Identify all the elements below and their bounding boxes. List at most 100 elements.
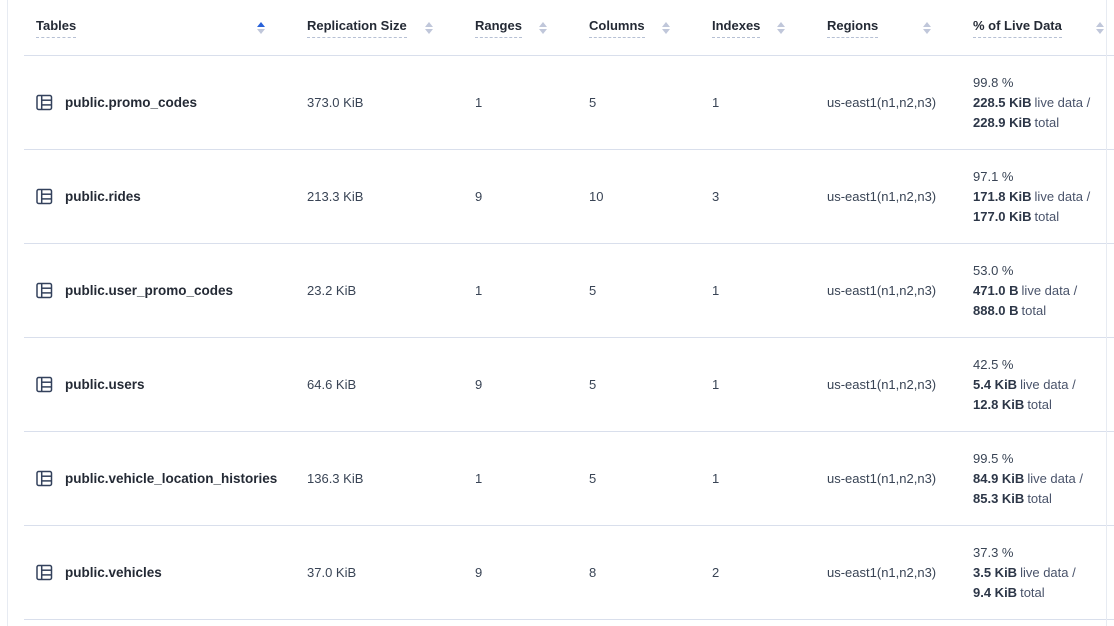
replication-size-cell: 23.2 KiB [307, 244, 475, 338]
table-row[interactable]: public.vehicle_location_histories 136.3 … [24, 432, 1114, 526]
regions-cell: us-east1(n1,n2,n3) [827, 526, 973, 620]
table-icon [36, 282, 53, 299]
regions-cell: us-east1(n1,n2,n3) [827, 150, 973, 244]
table-icon [36, 470, 53, 487]
column-header-regions[interactable]: Regions [827, 0, 973, 56]
table-row[interactable]: public.user_promo_codes 23.2 KiB 1 5 1 u… [24, 244, 1114, 338]
sort-arrows-icon[interactable] [777, 22, 785, 34]
ranges-cell: 1 [475, 432, 589, 526]
live-data-percent: 97.1 % [973, 167, 1108, 187]
column-header-label: Columns [589, 18, 645, 38]
sort-arrows-icon[interactable] [662, 22, 670, 34]
indexes-cell: 1 [712, 432, 827, 526]
table-row[interactable]: public.vehicles 37.0 KiB 9 8 2 us-east1(… [24, 526, 1114, 620]
live-data-size: 84.9 KiBlive data / [973, 469, 1108, 489]
replication-size-cell: 64.6 KiB [307, 338, 475, 432]
table-icon [36, 94, 53, 111]
ranges-cell: 9 [475, 338, 589, 432]
live-data-cell: 37.3 % 3.5 KiBlive data / 9.4 KiBtotal [973, 526, 1114, 620]
table-icon [36, 188, 53, 205]
column-header-label: Ranges [475, 18, 522, 38]
sort-arrows-icon[interactable] [539, 22, 547, 34]
ranges-cell: 9 [475, 150, 589, 244]
live-data-size: 3.5 KiBlive data / [973, 563, 1108, 583]
column-header-tables[interactable]: Tables [24, 0, 307, 56]
live-data-percent: 99.8 % [973, 73, 1108, 93]
table-row[interactable]: public.users 64.6 KiB 9 5 1 us-east1(n1,… [24, 338, 1114, 432]
indexes-cell: 1 [712, 338, 827, 432]
total-data-size: 177.0 KiBtotal [973, 207, 1108, 227]
container-left-border [7, 0, 8, 626]
table-name-cell: public.promo_codes [24, 56, 307, 150]
live-data-cell: 99.5 % 84.9 KiBlive data / 85.3 KiBtotal [973, 432, 1114, 526]
container-right-border [1106, 0, 1107, 626]
ranges-cell: 1 [475, 56, 589, 150]
live-data-cell: 97.1 % 171.8 KiBlive data / 177.0 KiBtot… [973, 150, 1114, 244]
ranges-cell: 1 [475, 244, 589, 338]
table-name-link[interactable]: public.rides [65, 189, 141, 204]
column-header-live-data[interactable]: % of Live Data [973, 0, 1114, 56]
total-data-size: 85.3 KiBtotal [973, 489, 1108, 509]
column-header-label: % of Live Data [973, 18, 1062, 38]
sort-arrows-icon[interactable] [923, 22, 931, 34]
sort-arrows-icon[interactable] [257, 22, 265, 34]
table-name-cell: public.users [24, 338, 307, 432]
indexes-cell: 1 [712, 56, 827, 150]
table-name-link[interactable]: public.user_promo_codes [65, 283, 233, 298]
replication-size-cell: 37.0 KiB [307, 526, 475, 620]
total-data-size: 888.0 Btotal [973, 301, 1108, 321]
columns-cell: 5 [589, 244, 712, 338]
live-data-cell: 53.0 % 471.0 Blive data / 888.0 Btotal [973, 244, 1114, 338]
table-icon [36, 376, 53, 393]
live-data-percent: 99.5 % [973, 449, 1108, 469]
live-data-size: 171.8 KiBlive data / [973, 187, 1108, 207]
column-header-label: Regions [827, 18, 878, 38]
ranges-cell: 9 [475, 526, 589, 620]
total-data-size: 12.8 KiBtotal [973, 395, 1108, 415]
regions-cell: us-east1(n1,n2,n3) [827, 244, 973, 338]
column-header-columns[interactable]: Columns [589, 0, 712, 56]
columns-cell: 5 [589, 338, 712, 432]
table-name-link[interactable]: public.users [65, 377, 145, 392]
table-name-link[interactable]: public.vehicle_location_histories [65, 471, 277, 486]
columns-cell: 10 [589, 150, 712, 244]
live-data-cell: 42.5 % 5.4 KiBlive data / 12.8 KiBtotal [973, 338, 1114, 432]
columns-cell: 5 [589, 56, 712, 150]
live-data-size: 471.0 Blive data / [973, 281, 1108, 301]
database-tables-table: Tables Replication Size Ranges Columns [24, 0, 1114, 620]
table-icon [36, 564, 53, 581]
table-name-link[interactable]: public.vehicles [65, 565, 162, 580]
indexes-cell: 3 [712, 150, 827, 244]
replication-size-cell: 136.3 KiB [307, 432, 475, 526]
column-header-replication-size[interactable]: Replication Size [307, 0, 475, 56]
column-header-label: Replication Size [307, 18, 407, 38]
indexes-cell: 1 [712, 244, 827, 338]
columns-cell: 8 [589, 526, 712, 620]
column-header-ranges[interactable]: Ranges [475, 0, 589, 56]
live-data-percent: 37.3 % [973, 543, 1108, 563]
column-header-label: Indexes [712, 18, 760, 38]
live-data-percent: 42.5 % [973, 355, 1108, 375]
column-header-indexes[interactable]: Indexes [712, 0, 827, 56]
live-data-cell: 99.8 % 228.5 KiBlive data / 228.9 KiBtot… [973, 56, 1114, 150]
column-header-label: Tables [36, 18, 76, 38]
regions-cell: us-east1(n1,n2,n3) [827, 432, 973, 526]
table-row[interactable]: public.promo_codes 373.0 KiB 1 5 1 us-ea… [24, 56, 1114, 150]
table-name-cell: public.rides [24, 150, 307, 244]
regions-cell: us-east1(n1,n2,n3) [827, 56, 973, 150]
live-data-size: 5.4 KiBlive data / [973, 375, 1108, 395]
replication-size-cell: 373.0 KiB [307, 56, 475, 150]
live-data-percent: 53.0 % [973, 261, 1108, 281]
table-name-cell: public.user_promo_codes [24, 244, 307, 338]
indexes-cell: 2 [712, 526, 827, 620]
sort-arrows-icon[interactable] [1096, 22, 1104, 34]
total-data-size: 9.4 KiBtotal [973, 583, 1108, 603]
table-header-row: Tables Replication Size Ranges Columns [24, 0, 1114, 56]
regions-cell: us-east1(n1,n2,n3) [827, 338, 973, 432]
sort-arrows-icon[interactable] [425, 22, 433, 34]
table-row[interactable]: public.rides 213.3 KiB 9 10 3 us-east1(n… [24, 150, 1114, 244]
columns-cell: 5 [589, 432, 712, 526]
replication-size-cell: 213.3 KiB [307, 150, 475, 244]
table-name-cell: public.vehicles [24, 526, 307, 620]
table-name-link[interactable]: public.promo_codes [65, 95, 197, 110]
